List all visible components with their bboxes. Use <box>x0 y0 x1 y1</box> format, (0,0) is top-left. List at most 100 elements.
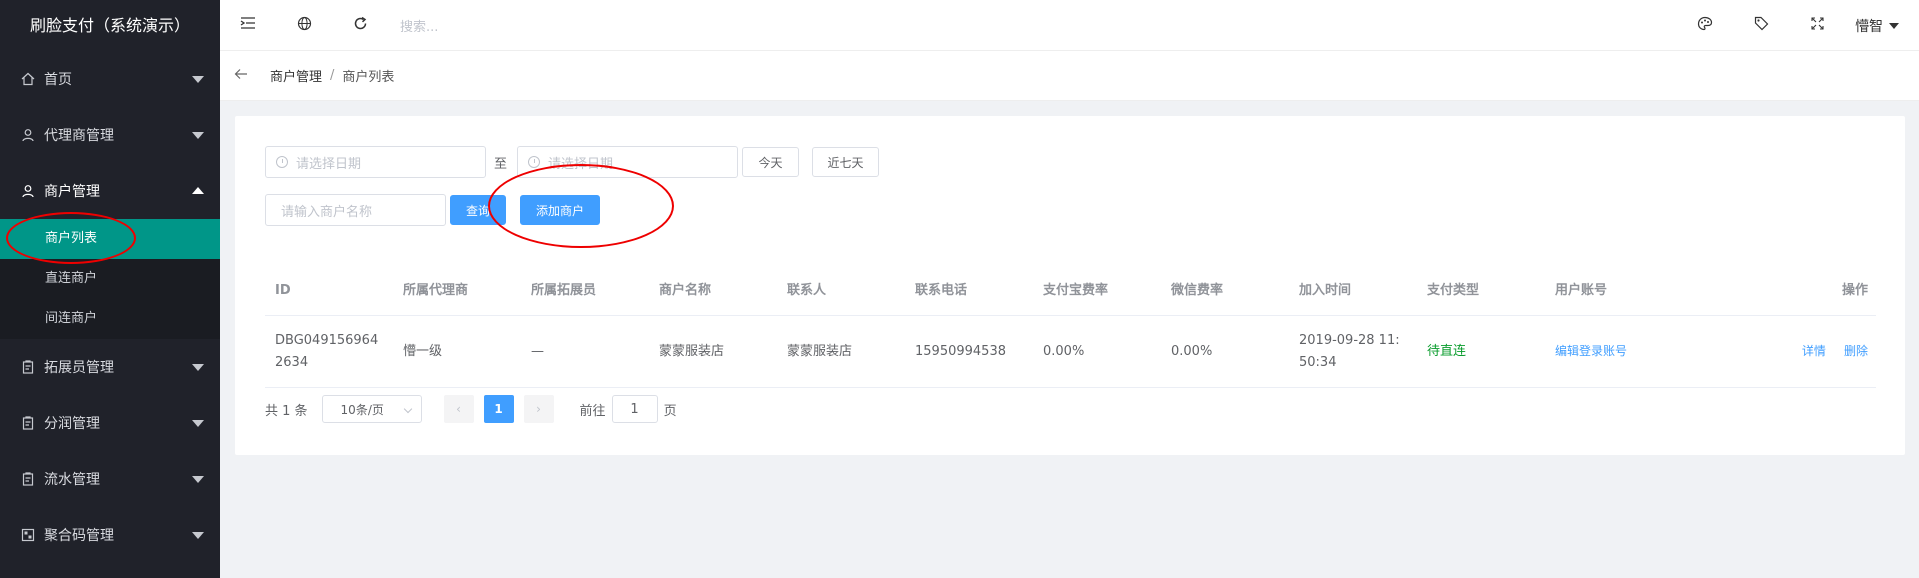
sidebar-item-label: 代理商管理 <box>44 128 114 144</box>
clock-icon <box>276 156 288 168</box>
goto-label: 前往 <box>579 403 606 419</box>
breadcrumb: 商户管理 / 商户列表 <box>220 51 1919 101</box>
cell-join-time: 2019-09-28 11:50:34 <box>1299 332 1400 370</box>
user-icon <box>20 127 36 143</box>
refresh-icon <box>353 16 368 35</box>
sidebar-item-expanders[interactable]: 拓展员管理 <box>0 339 220 395</box>
page-size-select[interactable]: 10条/页 <box>321 395 422 423</box>
goto-page-input[interactable]: 1 <box>611 395 658 423</box>
indent-icon <box>240 16 256 34</box>
chevron-down-icon <box>192 76 204 83</box>
column-header-expander: 所属拓展员 <box>531 282 597 298</box>
column-header-pay-type: 支付类型 <box>1427 282 1480 298</box>
merchant-table: ID 所属代理商 所属拓展员 商户名称 联系人 联系电话 支付宝费率 微信费率 … <box>265 266 1876 388</box>
cell-wechat-rate: 0.00% <box>1171 343 1213 359</box>
notes-button[interactable] <box>1733 0 1789 51</box>
column-header-contact: 联系人 <box>787 282 827 298</box>
sidebar-item-home[interactable]: 首页 <box>0 51 220 107</box>
start-date-input[interactable]: 请选择日期 <box>265 146 486 178</box>
column-header-account: 用户账号 <box>1555 282 1608 298</box>
back-arrow-icon[interactable] <box>234 68 250 84</box>
fullscreen-icon <box>1810 17 1824 34</box>
cell-phone: 15950994538 <box>915 343 1006 359</box>
globe-icon <box>297 16 312 35</box>
clipboard-icon <box>20 415 36 431</box>
theme-button[interactable] <box>1677 0 1733 51</box>
user-menu[interactable]: 懵智 <box>1855 16 1899 36</box>
tag-icon <box>1754 16 1769 35</box>
total-count: 共 1 条 <box>265 403 308 419</box>
delete-link[interactable]: 删除 <box>1844 344 1868 358</box>
chevron-down-icon <box>192 476 204 483</box>
page-button-current[interactable]: 1 <box>483 395 514 423</box>
sidebar-item-agents[interactable]: 代理商管理 <box>0 107 220 163</box>
annotation-circle-merchant-list <box>6 212 136 264</box>
clipboard-icon <box>20 471 36 487</box>
cell-alipay-rate: 0.00% <box>1043 343 1085 359</box>
brand-title: 刷脸支付（系统演示） <box>0 0 220 51</box>
column-header-wechat-rate: 微信费率 <box>1171 282 1224 298</box>
merchant-name-placeholder: 请输入商户名称 <box>281 204 373 220</box>
sidebar-item-transactions[interactable]: 流水管理 <box>0 451 220 507</box>
top-header: 搜索... 懵智 <box>220 0 1919 51</box>
header-tools: 懵智 <box>1677 0 1899 51</box>
submenu-item-direct-merchants[interactable]: 直连商户 <box>0 259 220 299</box>
refresh-button[interactable] <box>332 0 388 51</box>
sidebar-item-label: 拓展员管理 <box>44 360 114 376</box>
qrcode-icon <box>20 527 36 543</box>
today-button[interactable]: 今天 <box>742 147 799 177</box>
chevron-down-icon <box>1889 22 1899 29</box>
search-input[interactable]: 搜索... <box>400 16 438 35</box>
breadcrumb-separator: / <box>330 68 335 83</box>
table-row: DBG0491569642634 懵一级 — 蒙蒙服装店 蒙蒙服装店 15950… <box>265 316 1876 388</box>
sidebar-item-label: 首页 <box>44 72 72 88</box>
chevron-down-icon <box>192 532 204 539</box>
next-page-button[interactable]: › <box>523 395 554 423</box>
merchant-name-input[interactable]: 请输入商户名称 <box>265 194 446 226</box>
column-header-id: ID <box>275 282 291 298</box>
cell-agent: 懵一级 <box>403 343 443 359</box>
chevron-right-icon: › <box>536 402 541 416</box>
cell-id: DBG0491569642634 <box>275 332 379 370</box>
chevron-down-icon <box>192 364 204 371</box>
column-header-alipay-rate: 支付宝费率 <box>1043 282 1109 298</box>
cell-pay-type: 待直连 <box>1427 343 1467 359</box>
merchant-list-card: 请选择日期 至 请选择日期 今天 近七天 请输入商户名称 查询 添加商户 ID … <box>235 116 1905 455</box>
sidebar-item-label: 分润管理 <box>44 416 100 432</box>
cell-account: 编辑登录账号 <box>1545 340 1745 363</box>
edit-login-account-link[interactable]: 编辑登录账号 <box>1555 344 1627 358</box>
sidebar-item-merchants[interactable]: 商户管理 <box>0 163 220 219</box>
column-header-join-time: 加入时间 <box>1299 282 1352 298</box>
prev-page-button[interactable]: ‹ <box>443 395 474 423</box>
user-icon <box>20 183 36 199</box>
column-header-merchant-name: 商户名称 <box>659 282 712 298</box>
home-icon <box>20 71 36 87</box>
breadcrumb-parent[interactable]: 商户管理 <box>270 66 322 85</box>
fullscreen-button[interactable] <box>1789 0 1845 51</box>
submenu-item-indirect-merchants[interactable]: 间连商户 <box>0 299 220 339</box>
breadcrumb-current: 商户列表 <box>342 70 395 85</box>
cell-merchant-name: 蒙蒙服装店 <box>659 343 725 359</box>
chevron-up-icon <box>192 187 204 194</box>
cell-expander: — <box>531 343 544 359</box>
table-header: ID 所属代理商 所属拓展员 商户名称 联系人 联系电话 支付宝费率 微信费率 … <box>265 266 1876 316</box>
sidebar-item-profit-share[interactable]: 分润管理 <box>0 395 220 451</box>
column-header-agent: 所属代理商 <box>403 282 469 298</box>
chevron-down-icon <box>192 420 204 427</box>
last-seven-days-button[interactable]: 近七天 <box>812 147 879 177</box>
palette-icon <box>1697 16 1713 35</box>
detail-link[interactable]: 详情 <box>1802 344 1826 358</box>
page-suffix: 页 <box>663 403 677 419</box>
column-header-phone: 联系电话 <box>915 282 968 298</box>
menu-toggle-button[interactable] <box>220 0 276 51</box>
sidebar-item-aggregate-code[interactable]: 聚合码管理 <box>0 507 220 563</box>
cell-contact: 蒙蒙服装店 <box>787 343 853 359</box>
chevron-left-icon: ‹ <box>456 402 461 416</box>
annotation-circle-add-merchant <box>488 164 674 248</box>
sidebar-item-label: 商户管理 <box>44 184 100 200</box>
pagination: 共 1 条 10条/页 ‹ 1 › 前往 1 页 <box>265 395 677 423</box>
website-button[interactable] <box>276 0 332 51</box>
clipboard-icon <box>20 359 36 375</box>
user-name: 懵智 <box>1855 18 1883 35</box>
sidebar-item-label: 聚合码管理 <box>44 528 114 544</box>
